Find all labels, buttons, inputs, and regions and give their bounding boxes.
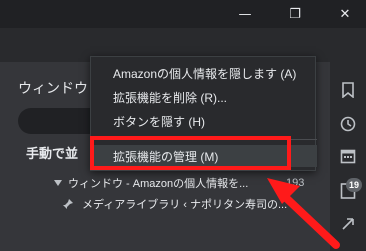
annotation-arrow-icon (267, 178, 340, 249)
